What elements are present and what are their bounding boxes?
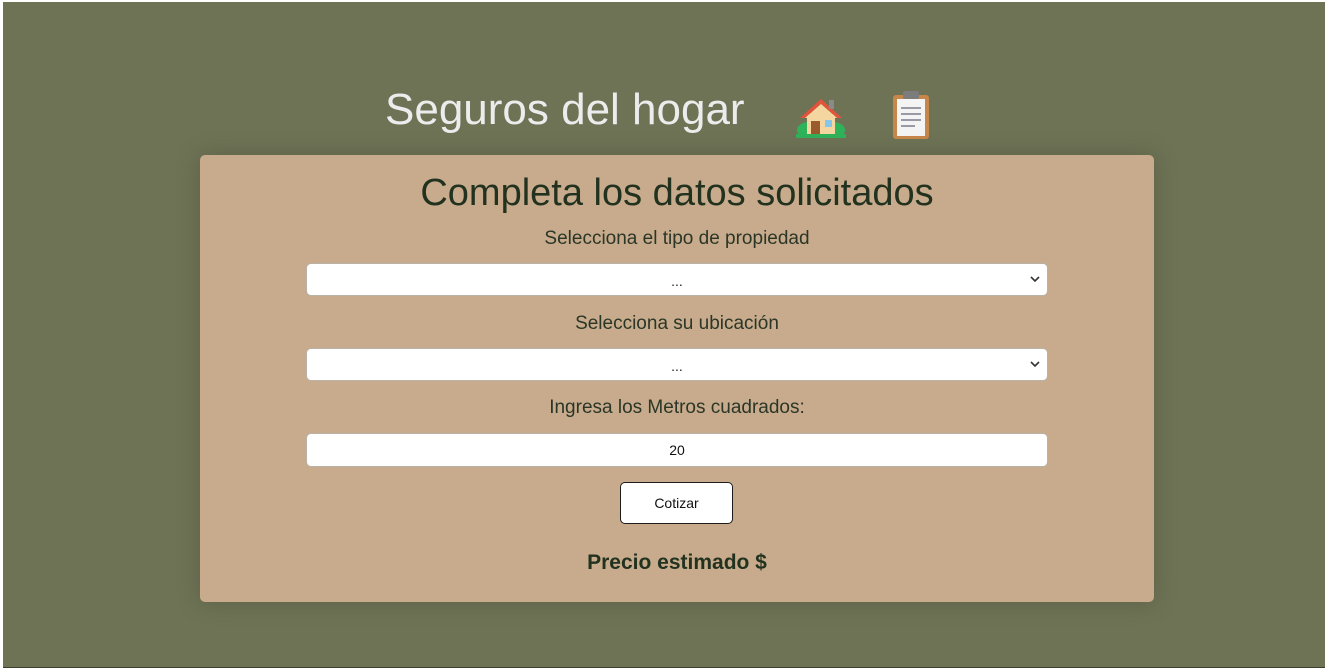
location-label: Selecciona su ubicación [575,313,779,334]
location-select[interactable]: ... [306,348,1048,381]
page-title: Seguros del hogar [385,85,745,134]
property-type-select[interactable]: ... [306,263,1048,296]
page-background: Seguros del hogar Completa los datos sol… [3,2,1325,668]
square-meters-label: Ingresa los Metros cuadrados: [549,397,805,418]
header: Seguros del hogar [3,80,1325,144]
quote-form-card: Completa los datos solicitados Seleccion… [200,155,1154,602]
location-selected-value: ... [671,358,683,374]
chevron-down-icon [1030,276,1040,283]
property-type-label: Selecciona el tipo de propiedad [544,228,810,249]
square-meters-input[interactable]: 20 [306,433,1048,467]
property-type-selected-value: ... [671,273,683,289]
house-icon [796,99,846,138]
clipboard-icon [893,91,929,139]
quote-button[interactable]: Cotizar [620,482,733,524]
form-heading: Completa los datos solicitados [420,172,934,214]
estimated-price-label: Precio estimado $ [587,551,767,574]
chevron-down-icon [1030,361,1040,368]
